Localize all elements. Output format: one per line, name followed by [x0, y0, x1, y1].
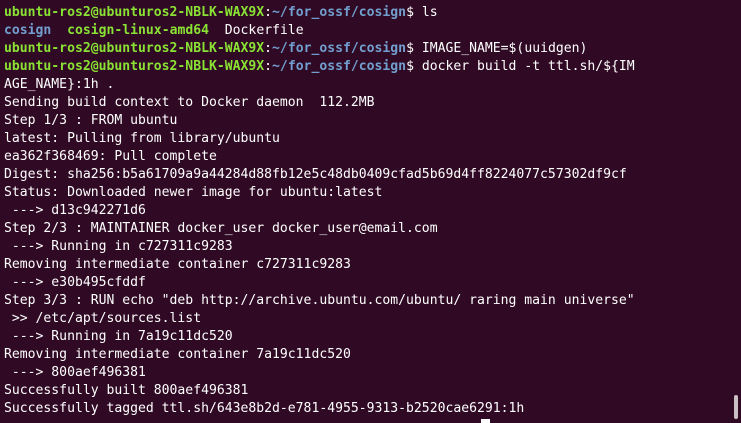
terminal-line: cosign cosign-linux-amd64 Dockerfile — [4, 22, 741, 40]
text-cursor — [481, 419, 490, 423]
terminal-line: latest: Pulling from library/ubuntu — [4, 130, 741, 148]
terminal-line: ubuntu-ros2@ubunturos2-NBLK-WAX9X:~/for_… — [4, 4, 741, 22]
output-text: ---> Running in c727311c9283 — [4, 239, 233, 254]
terminal-line: Digest: sha256:b5a61709a9a44284d88fb12e5… — [4, 166, 741, 184]
prompt-dollar: $ — [406, 5, 414, 20]
ls-entry-directory: cosign — [4, 23, 52, 38]
terminal-line: ea362f368469: Pull complete — [4, 148, 741, 166]
output-text: Sending build context to Docker daemon 1… — [4, 95, 375, 110]
output-text: ea362f368469: Pull complete — [4, 149, 217, 164]
output-text: Step 2/3 : MAINTAINER docker_user docker… — [4, 221, 438, 236]
prompt-colon: : — [264, 5, 273, 20]
terminal-line: ubuntu-ros2@ubunturos2-NBLK-WAX9X:~/for_… — [4, 40, 741, 58]
terminal-window[interactable]: ubuntu-ros2@ubunturos2-NBLK-WAX9X:~/for_… — [0, 0, 741, 423]
terminal-line: ---> d13c942271d6 — [4, 202, 741, 220]
command-text: docker build -t ttl.sh/${IM — [413, 59, 635, 74]
terminal-line: AGE_NAME}:1h . — [4, 76, 741, 94]
terminal-line: ---> Running in c727311c9283 — [4, 238, 741, 256]
terminal-line: Removing intermediate container c727311c… — [4, 256, 741, 274]
terminal-line: Removing intermediate container 7a19c11d… — [4, 346, 741, 364]
output-text: latest: Pulling from library/ubuntu — [4, 131, 280, 146]
output-text: Successfully tagged ttl.sh/643e8b2d-e781… — [4, 401, 525, 416]
prompt-dollar: $ — [406, 59, 414, 74]
output-text: Step 3/3 : RUN echo "deb http://archive.… — [4, 293, 635, 308]
prompt-path: ~/for_ossf/cosign — [272, 5, 407, 20]
scrollbar-thumb[interactable] — [734, 395, 738, 419]
ls-entry-file: Dockerfile — [224, 23, 304, 38]
command-text: IMAGE_NAME=$(uuidgen) — [413, 41, 588, 56]
prompt-user-host: ubuntu-ros2@ubunturos2-NBLK-WAX9X — [4, 59, 265, 74]
output-text: ---> 800aef496381 — [4, 365, 146, 380]
prompt-user-host: ubuntu-ros2@ubunturos2-NBLK-WAX9X — [4, 5, 265, 20]
terminal-line: Step 2/3 : MAINTAINER docker_user docker… — [4, 220, 741, 238]
terminal-line: Step 3/3 : RUN echo "deb http://archive.… — [4, 292, 741, 310]
ls-separator — [209, 23, 225, 38]
ls-separator — [51, 23, 67, 38]
prompt-user-host: ubuntu-ros2@ubunturos2-NBLK-WAX9X — [4, 41, 265, 56]
terminal-line: Sending build context to Docker daemon 1… — [4, 94, 741, 112]
prompt-colon: : — [264, 41, 273, 56]
output-text: AGE_NAME}:1h . — [4, 77, 115, 92]
terminal-line: ---> e30b495cfddf — [4, 274, 741, 292]
output-text: ---> d13c942271d6 — [4, 203, 146, 218]
terminal-output: ubuntu-ros2@ubunturos2-NBLK-WAX9X:~/for_… — [4, 4, 741, 418]
terminal-line: Successfully built 800aef496381 — [4, 382, 741, 400]
terminal-line: ---> 800aef496381 — [4, 364, 741, 382]
terminal-line: Successfully tagged ttl.sh/643e8b2d-e781… — [4, 400, 741, 418]
terminal-line: >> /etc/apt/sources.list — [4, 310, 741, 328]
output-text: Successfully built 800aef496381 — [4, 383, 249, 398]
output-text: ---> e30b495cfddf — [4, 275, 146, 290]
prompt-path: ~/for_ossf/cosign — [272, 41, 407, 56]
output-text: Status: Downloaded newer image for ubunt… — [4, 185, 383, 200]
output-text: >> /etc/apt/sources.list — [4, 311, 202, 326]
terminal-line: ---> Running in 7a19c11dc520 — [4, 328, 741, 346]
terminal-line: ubuntu-ros2@ubunturos2-NBLK-WAX9X:~/for_… — [4, 58, 741, 76]
output-text: Removing intermediate container c727311c… — [4, 257, 351, 272]
scrollbar[interactable] — [731, 0, 739, 423]
command-text: ls — [413, 5, 438, 20]
terminal-line: Status: Downloaded newer image for ubunt… — [4, 184, 741, 202]
terminal-line: Step 1/3 : FROM ubuntu — [4, 112, 741, 130]
output-text: Step 1/3 : FROM ubuntu — [4, 113, 178, 128]
prompt-dollar: $ — [406, 41, 414, 56]
prompt-colon: : — [264, 59, 273, 74]
prompt-path: ~/for_ossf/cosign — [272, 59, 407, 74]
output-text: Digest: sha256:b5a61709a9a44284d88fb12e5… — [4, 167, 627, 182]
output-text: Removing intermediate container 7a19c11d… — [4, 347, 351, 362]
output-text: ---> Running in 7a19c11dc520 — [4, 329, 233, 344]
ls-entry-executable: cosign-linux-amd64 — [67, 23, 209, 38]
